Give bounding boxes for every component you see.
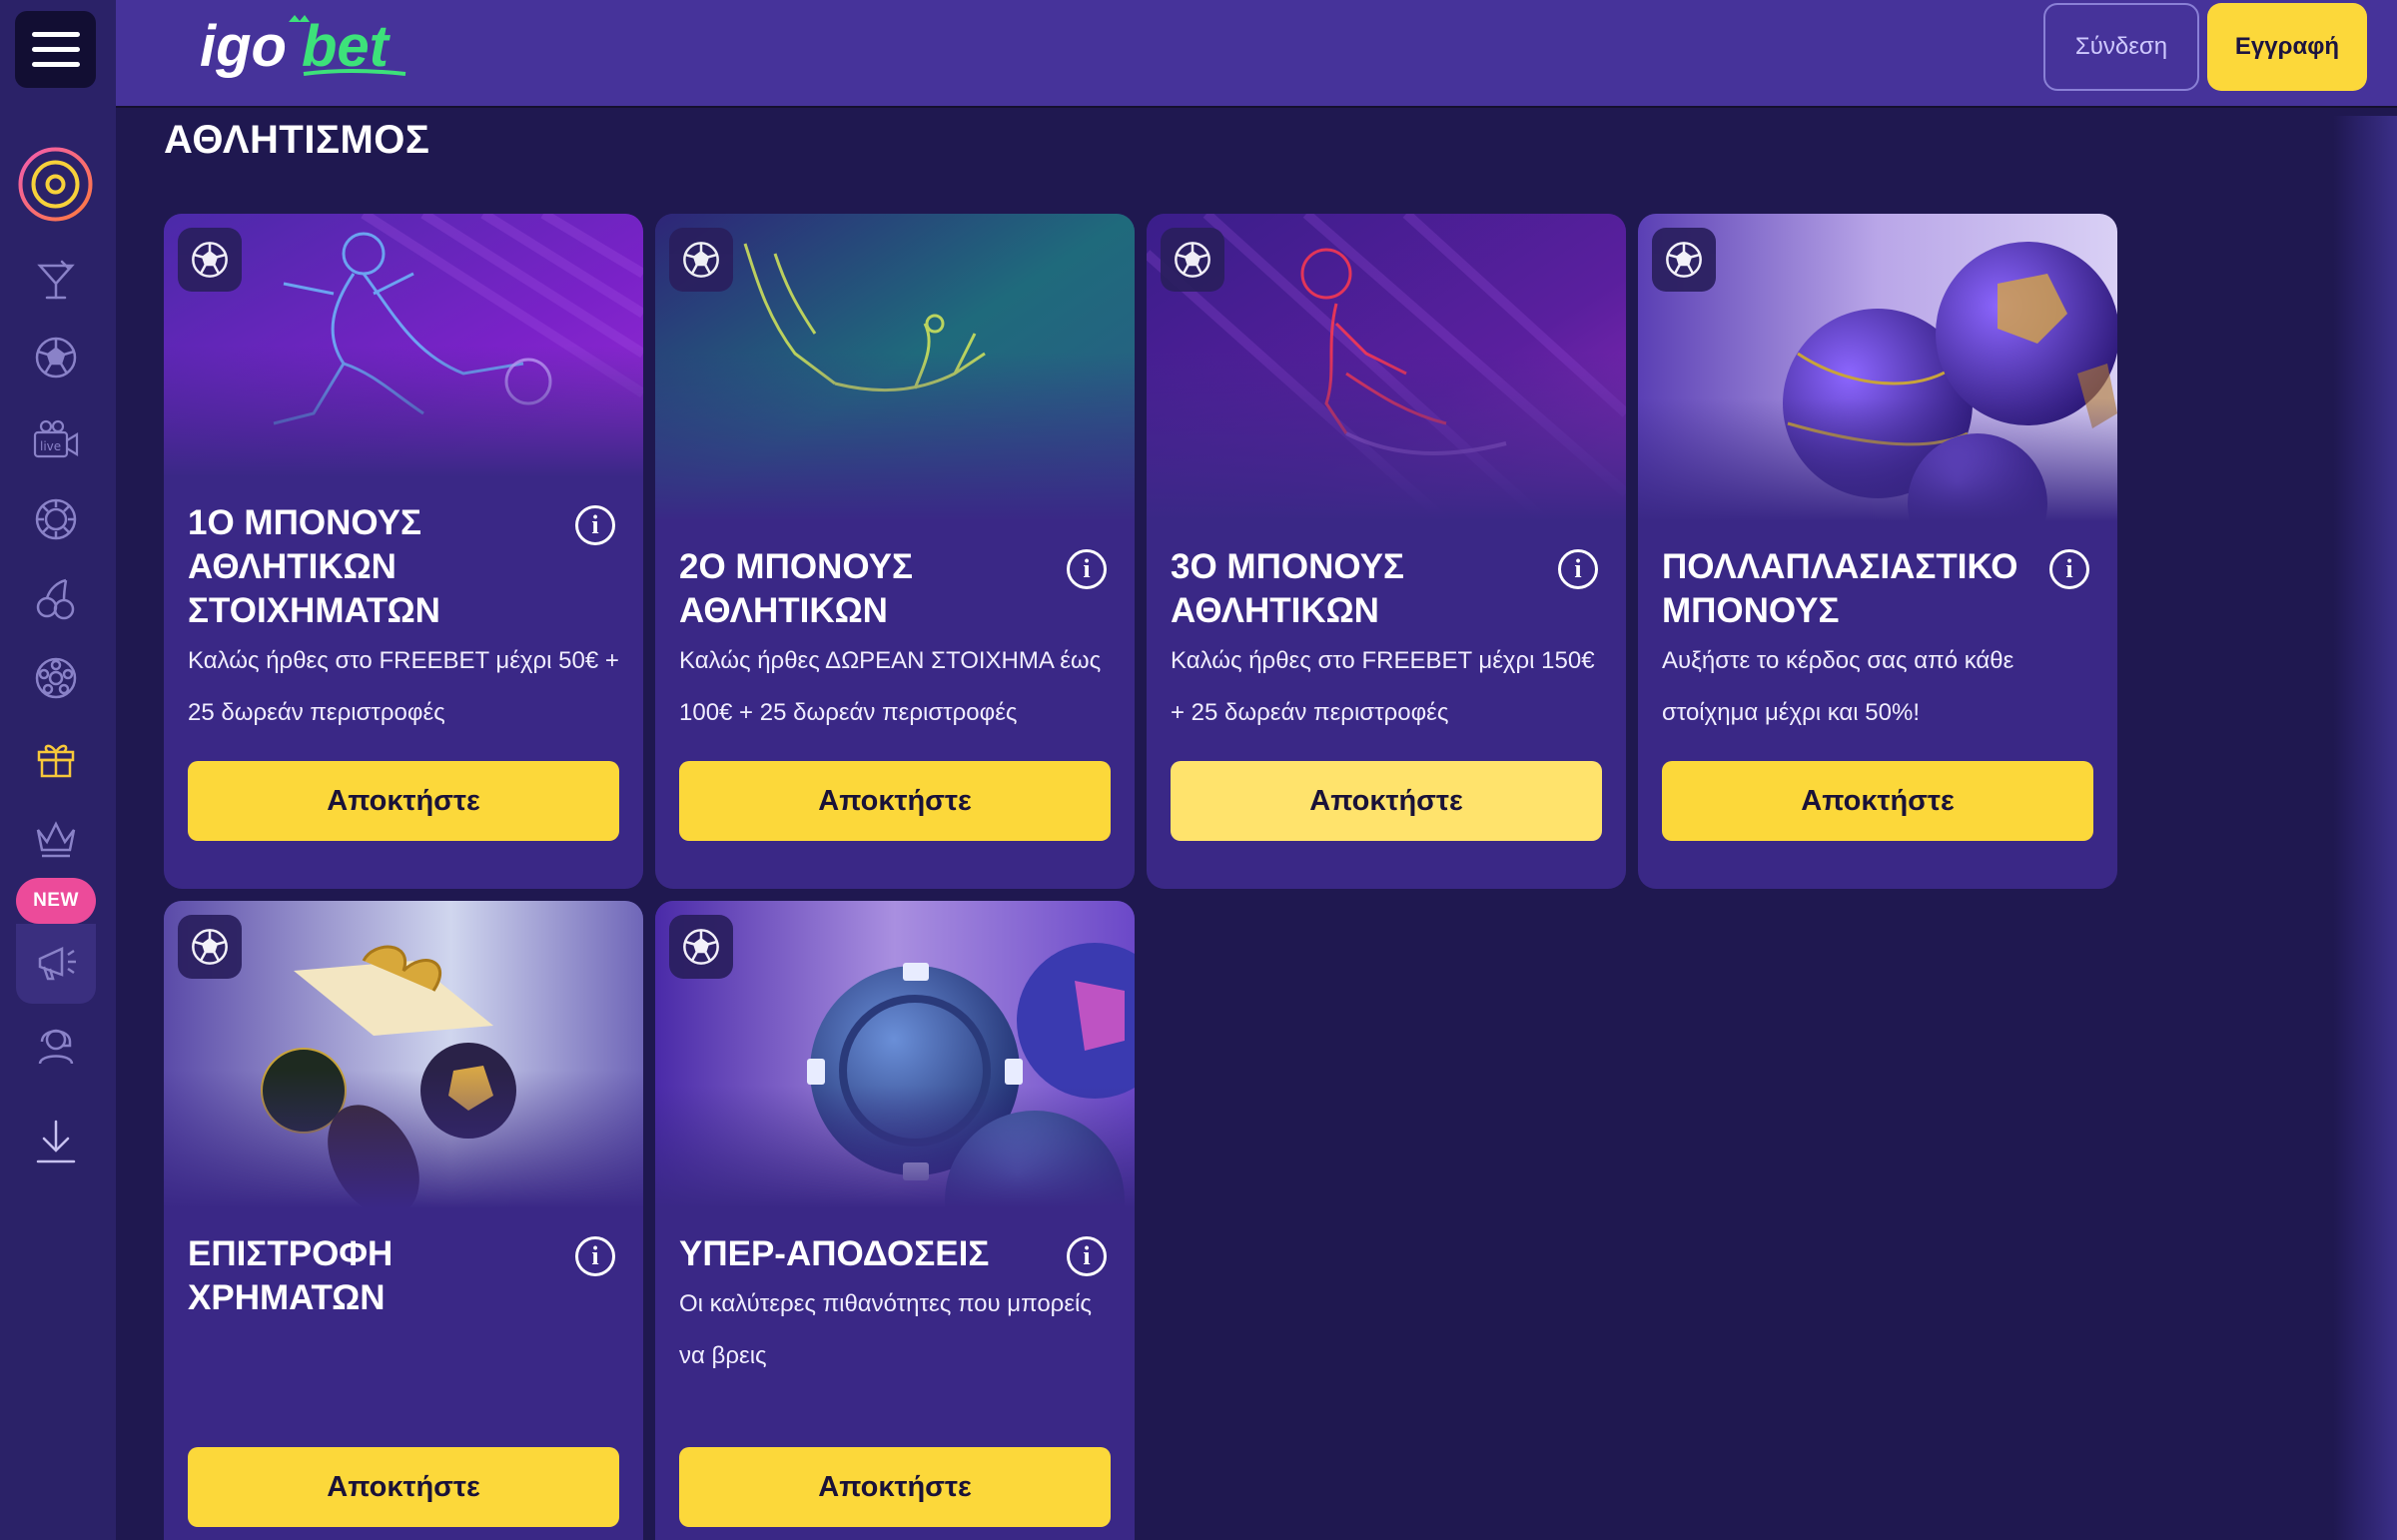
claim-bonus-button[interactable]: Αποκτήστε <box>679 1447 1111 1527</box>
menu-line <box>31 47 80 52</box>
card-image <box>1638 214 2117 521</box>
page-scrollbar[interactable] <box>2333 116 2397 1540</box>
download-icon <box>36 1120 76 1163</box>
card-image <box>164 214 643 477</box>
football-badge-icon <box>1652 228 1716 292</box>
card-title: 1Ο ΜΠΟΝΟΥΣ ΑΘΛΗΤΙΚΩΝ ΣΤΟΙΧΗΜΑΤΩΝ <box>188 503 440 630</box>
support-agent-icon <box>38 1029 74 1065</box>
sidebar-item-promotions[interactable] <box>28 730 84 786</box>
football-badge-icon <box>178 915 242 979</box>
sidebar-item-news[interactable] <box>28 935 84 991</box>
igobet-logo[interactable]: igo bet <box>200 12 415 82</box>
card-body: ΠΟΛΛΑΠΛΑΣΙΑΣΤΙΚΟ ΜΠΟΝΟΥΣ i Αυξήστε το κέ… <box>1638 521 2117 739</box>
card-image <box>164 901 643 1208</box>
promo-card: ΠΟΛΛΑΠΛΑΣΙΑΣΤΙΚΟ ΜΠΟΝΟΥΣ i Αυξήστε το κέ… <box>1638 214 2117 889</box>
cherries-icon <box>36 578 75 620</box>
casino-chip-icon <box>35 498 77 540</box>
sidebar-item-cocktail[interactable] <box>28 252 84 308</box>
menu-line <box>31 32 80 37</box>
svg-text:live: live <box>40 439 61 453</box>
card-title: ΠΟΛΛΑΠΛΑΣΙΑΣΤΙΚΟ ΜΠΟΝΟΥΣ <box>1662 547 2018 630</box>
promo-card: ΕΠΙΣΤΡΟΦΗ ΧΡΗΜΑΤΩΝ i Αποκτήστε <box>164 901 643 1540</box>
info-icon[interactable]: i <box>575 505 615 545</box>
info-icon[interactable]: i <box>575 1236 615 1276</box>
sidebar: live NEW <box>0 0 116 1540</box>
card-body: 1Ο ΜΠΟΝΟΥΣ ΑΘΛΗΤΙΚΩΝ ΣΤΟΙΧΗΜΑΤΩΝ i Καλώς… <box>164 477 643 739</box>
card-description: Αυξήστε το κέρδος σας από κάθε στοίχημα … <box>1662 647 2014 726</box>
cocktail-icon <box>37 260 75 300</box>
card-description: Οι καλύτερες πιθανότητες που μπορείς να … <box>679 1290 1092 1369</box>
card-title: 3Ο ΜΠΟΝΟΥΣ ΑΘΛΗΤΙΚΩΝ <box>1171 547 1404 630</box>
claim-bonus-button[interactable]: Αποκτήστε <box>188 761 619 841</box>
sidebar-item-sports[interactable] <box>28 330 84 385</box>
card-image <box>655 214 1135 521</box>
football-badge-icon <box>669 915 733 979</box>
promo-card: 2Ο ΜΠΟΝΟΥΣ ΑΘΛΗΤΙΚΩΝ i Καλώς ήρθες ΔΩΡΕΑ… <box>655 214 1135 889</box>
claim-bonus-button[interactable]: Αποκτήστε <box>1171 761 1602 841</box>
promo-card: 3Ο ΜΠΟΝΟΥΣ ΑΘΛΗΤΙΚΩΝ i Καλώς ήρθες στο F… <box>1147 214 1626 889</box>
crown-icon <box>36 821 76 858</box>
sidebar-item-roulette[interactable] <box>28 650 84 706</box>
card-description: Καλώς ήρθες στο FREEBET μέχρι 50€ + 25 δ… <box>188 647 619 726</box>
card-title: ΕΠΙΣΤΡΟΦΗ ΧΡΗΜΑΤΩΝ <box>188 1234 394 1317</box>
casino-target-icon <box>18 147 93 222</box>
sidebar-item-casino[interactable] <box>17 146 94 223</box>
megaphone-icon <box>38 947 76 981</box>
sidebar-item-support[interactable] <box>28 1016 84 1072</box>
sidebar-item-download[interactable] <box>28 1114 84 1169</box>
card-description: Καλώς ήρθες στο FREEBET μέχρι 150€ + 25 … <box>1171 647 1595 726</box>
claim-bonus-button[interactable]: Αποκτήστε <box>679 761 1111 841</box>
card-body: 2Ο ΜΠΟΝΟΥΣ ΑΘΛΗΤΙΚΩΝ i Καλώς ήρθες ΔΩΡΕΑ… <box>655 521 1135 739</box>
card-body: ΕΠΙΣΤΡΟΦΗ ΧΡΗΜΑΤΩΝ i <box>164 1208 643 1320</box>
logo-text-igo: igo <box>200 14 287 79</box>
football-badge-icon <box>178 228 242 292</box>
card-image <box>1147 214 1626 521</box>
card-body: 3Ο ΜΠΟΝΟΥΣ ΑΘΛΗΤΙΚΩΝ i Καλώς ήρθες στο F… <box>1147 521 1626 739</box>
new-badge: NEW <box>16 878 96 924</box>
page-title: ΑΘΛΗΤΙΣΜΟΣ <box>164 118 430 162</box>
menu-line <box>31 62 80 67</box>
promo-card: 1Ο ΜΠΟΝΟΥΣ ΑΘΛΗΤΙΚΩΝ ΣΤΟΙΧΗΜΑΤΩΝ i Καλώς… <box>164 214 643 889</box>
sidebar-item-casino-chips[interactable] <box>28 491 84 547</box>
logo-image: igo bet <box>200 14 406 79</box>
roulette-icon <box>35 657 77 699</box>
card-title: 2Ο ΜΠΟΝΟΥΣ ΑΘΛΗΤΙΚΩΝ <box>679 547 913 630</box>
gift-icon <box>37 744 75 778</box>
football-badge-icon <box>669 228 733 292</box>
card-title: ΥΠΕΡ-ΑΠΟΔΟΣΕΙΣ <box>679 1234 990 1273</box>
sidebar-item-live[interactable]: live <box>28 412 84 468</box>
hamburger-menu-button[interactable] <box>15 11 96 88</box>
football-icon <box>35 337 77 379</box>
claim-bonus-button[interactable]: Αποκτήστε <box>188 1447 619 1527</box>
login-button[interactable]: Σύνδεση <box>2043 3 2199 91</box>
info-icon[interactable]: i <box>1067 549 1107 589</box>
sidebar-item-slots[interactable] <box>28 570 84 626</box>
info-icon[interactable]: i <box>1067 1236 1107 1276</box>
claim-bonus-button[interactable]: Αποκτήστε <box>1662 761 2093 841</box>
promo-card: ΥΠΕΡ-ΑΠΟΔΟΣΕΙΣ i Οι καλύτερες πιθανότητε… <box>655 901 1135 1540</box>
card-image <box>655 901 1135 1208</box>
info-icon[interactable]: i <box>1558 549 1598 589</box>
card-body: ΥΠΕΡ-ΑΠΟΔΟΣΕΙΣ i Οι καλύτερες πιθανότητε… <box>655 1208 1135 1382</box>
info-icon[interactable]: i <box>2049 549 2089 589</box>
football-badge-icon <box>1161 228 1224 292</box>
sidebar-item-vip[interactable] <box>28 810 84 866</box>
top-header: igo bet Σύνδεση Εγγραφή <box>116 0 2397 108</box>
card-description: Καλώς ήρθες ΔΩΡΕΑΝ ΣΤΟΙΧΗΜΑ έως 100€ + 2… <box>679 647 1102 726</box>
register-button[interactable]: Εγγραφή <box>2207 3 2367 91</box>
live-camera-icon: live <box>33 419 79 458</box>
